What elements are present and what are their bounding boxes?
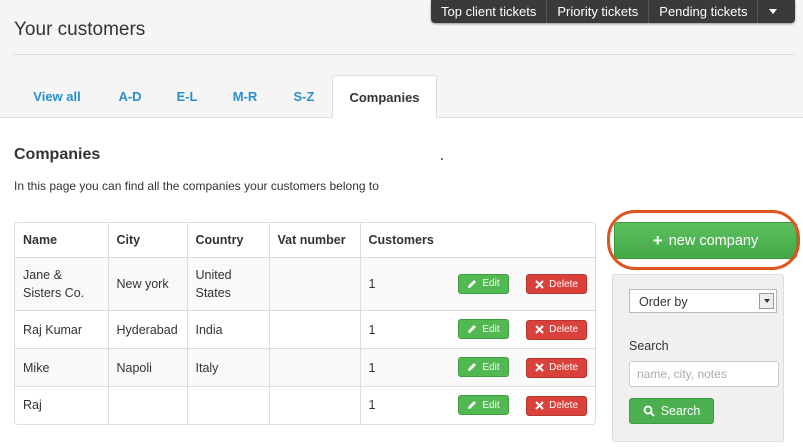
tab-e-l[interactable]: E-L	[167, 75, 207, 117]
customers-count: 1	[368, 277, 376, 291]
edit-label: Edit	[482, 399, 500, 411]
edit-label: Edit	[482, 361, 500, 373]
customers-cell: 1 Edit Delete	[360, 257, 595, 311]
tab-view-all[interactable]: View all	[20, 75, 94, 117]
row-actions: Edit Delete	[458, 319, 587, 340]
letter-tabs: View all A-D E-L M-R S-Z Companies	[0, 75, 803, 119]
edit-button[interactable]: Edit	[458, 357, 509, 378]
company-country	[187, 386, 270, 424]
company-vat	[269, 348, 361, 387]
table-row: Raj Kumar Hyderabad India 1 Edit Delete	[15, 310, 595, 349]
company-name: Mike	[15, 348, 109, 387]
top-client-tickets-link[interactable]: Top client tickets	[431, 0, 548, 23]
new-company-button[interactable]: + new company	[614, 222, 797, 259]
tab-m-r[interactable]: M-R	[225, 75, 265, 117]
edit-button[interactable]: Edit	[458, 319, 509, 340]
column-header-vat: Vat number	[269, 223, 361, 258]
close-icon	[535, 363, 544, 372]
tab-a-d[interactable]: A-D	[110, 75, 150, 117]
order-by-value: Order by	[639, 295, 688, 309]
company-name: Jane & Sisters Co.	[15, 257, 109, 311]
row-actions: Edit Delete	[458, 395, 587, 416]
delete-button[interactable]: Delete	[526, 319, 587, 340]
column-header-city: City	[108, 223, 188, 258]
customers-cell: 1 Edit Delete	[360, 310, 595, 349]
company-country: India	[187, 310, 270, 349]
tab-s-z[interactable]: S-Z	[284, 75, 324, 117]
companies-table: Name City Country Vat number Customers J…	[14, 222, 596, 425]
delete-label: Delete	[549, 400, 578, 411]
customers-cell: 1 Edit Delete	[360, 387, 595, 424]
search-input[interactable]	[629, 361, 779, 387]
edit-label: Edit	[482, 278, 500, 290]
company-country: United States	[187, 257, 270, 311]
new-company-label: new company	[668, 232, 759, 249]
priority-tickets-link[interactable]: Priority tickets	[547, 0, 650, 23]
search-button[interactable]: Search	[629, 398, 714, 424]
row-actions: Edit Delete	[458, 273, 587, 295]
table-row: Raj 1 Edit Delete	[15, 386, 595, 424]
row-actions: Edit Delete	[458, 357, 587, 378]
company-city: New york	[108, 257, 188, 311]
pending-tickets-link[interactable]: Pending tickets	[649, 0, 759, 23]
pencil-icon	[468, 401, 477, 409]
plus-icon: +	[652, 230, 663, 250]
column-header-name: Name	[15, 223, 109, 258]
customers-cell: 1 Edit Delete	[360, 348, 595, 387]
close-icon	[535, 401, 544, 410]
section-title: Companies	[14, 146, 101, 163]
top-ticket-nav: Top client tickets Priority tickets Pend…	[431, 0, 795, 23]
delete-button[interactable]: Delete	[526, 395, 587, 416]
company-city: Napoli	[108, 348, 188, 387]
company-vat	[269, 310, 361, 349]
tab-companies[interactable]: Companies	[332, 75, 437, 119]
company-city: Hyderabad	[108, 310, 188, 349]
search-button-label: Search	[660, 404, 701, 418]
company-country: Italy	[187, 348, 270, 387]
close-icon	[535, 280, 544, 289]
page-title: Your customers	[14, 19, 146, 40]
delete-button[interactable]: Delete	[526, 274, 587, 295]
company-name: Raj	[15, 386, 109, 424]
section-intro: In this page you can find all the compan…	[14, 179, 379, 193]
company-city	[108, 386, 188, 424]
chevron-down-icon	[759, 293, 774, 309]
edit-button[interactable]: Edit	[458, 395, 509, 415]
column-header-country: Country	[187, 223, 270, 258]
stray-dot	[441, 158, 443, 160]
table-row: Jane & Sisters Co. New york United State…	[15, 257, 595, 311]
table-row: Mike Napoli Italy 1 Edit Delete	[15, 348, 595, 387]
caret-down-icon[interactable]	[758, 0, 787, 23]
pencil-icon	[468, 325, 477, 334]
close-icon	[535, 325, 544, 334]
company-vat	[269, 257, 361, 311]
column-header-customers: Customers	[360, 223, 595, 258]
company-vat	[269, 386, 361, 424]
customers-count: 1	[368, 360, 376, 375]
order-by-select[interactable]: Order by	[629, 289, 777, 313]
table-header-row: Name City Country Vat number Customers	[15, 223, 595, 258]
pencil-icon	[468, 279, 477, 288]
pencil-icon	[468, 363, 477, 372]
filter-panel: Order by Search Search	[612, 274, 784, 442]
search-icon	[643, 405, 655, 417]
edit-button[interactable]: Edit	[458, 273, 509, 294]
title-divider	[14, 54, 795, 55]
delete-label: Delete	[549, 362, 578, 374]
delete-label: Delete	[549, 324, 578, 336]
customers-count: 1	[368, 398, 376, 413]
delete-label: Delete	[549, 278, 578, 290]
delete-button[interactable]: Delete	[526, 357, 587, 378]
customers-count: 1	[368, 322, 376, 337]
company-name: Raj Kumar	[15, 310, 109, 349]
edit-label: Edit	[482, 323, 500, 335]
search-label: Search	[629, 339, 669, 353]
